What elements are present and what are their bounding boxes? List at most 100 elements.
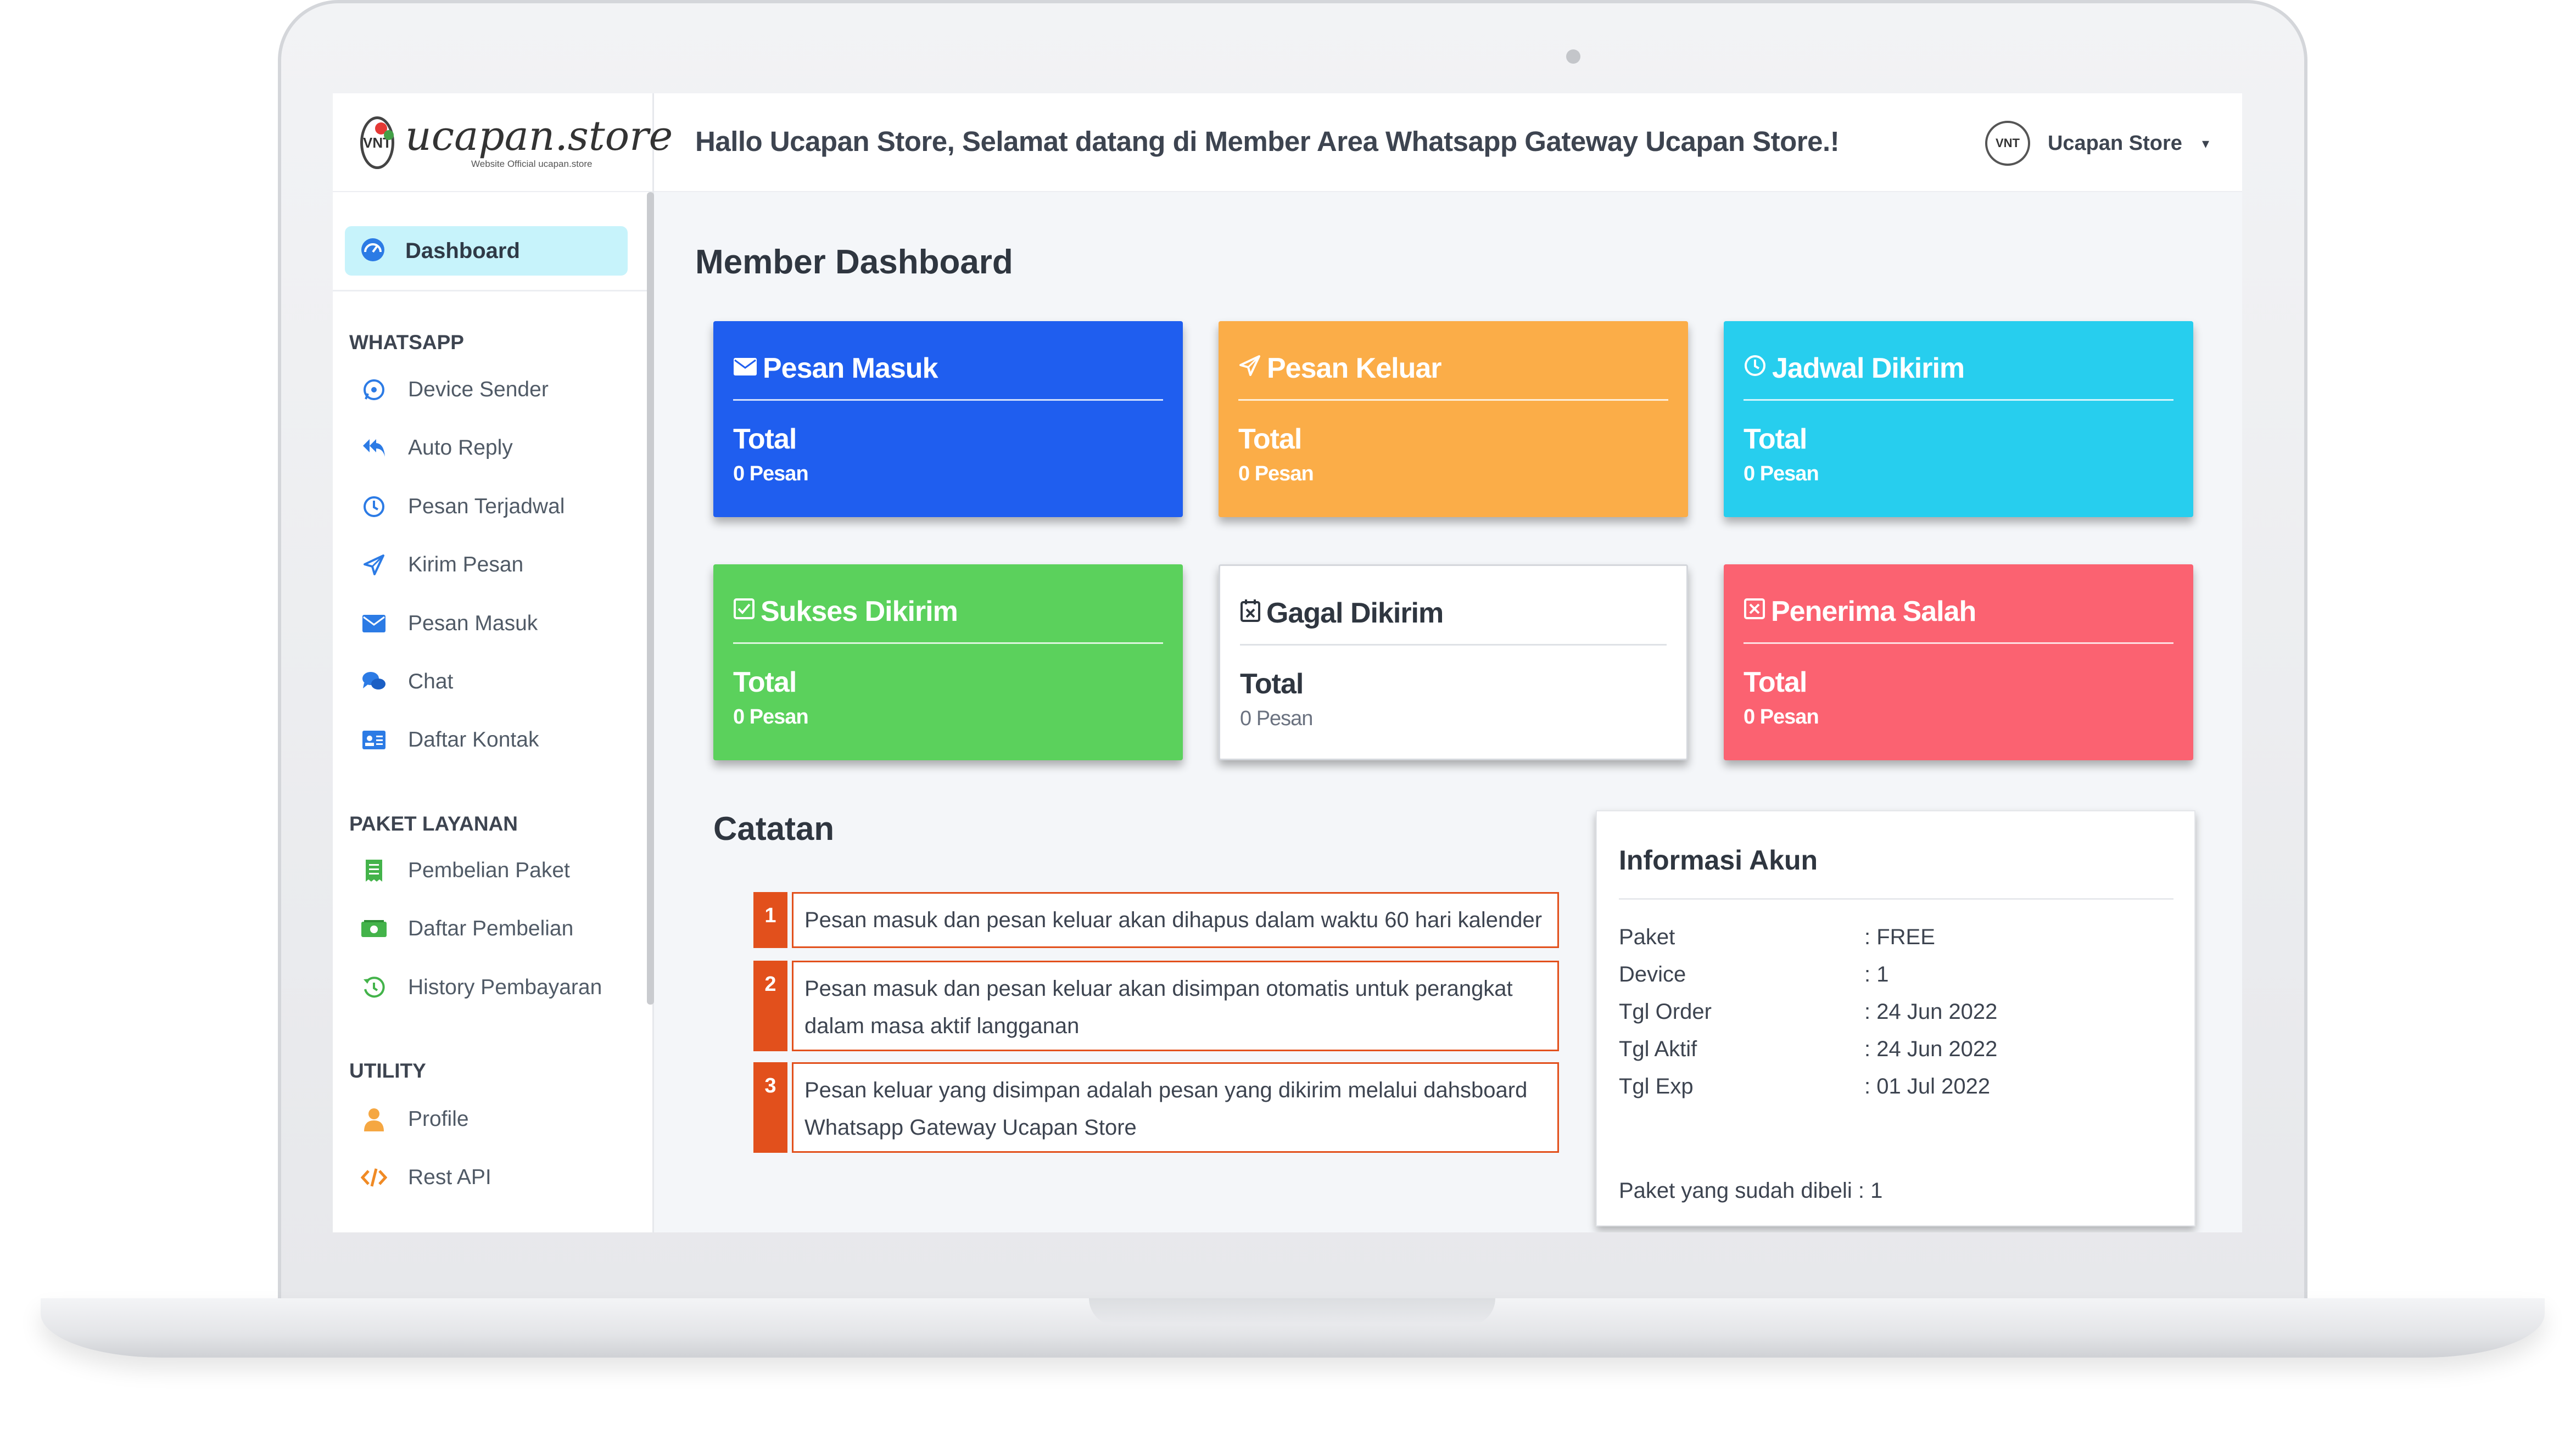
card-count: 0 Pesan xyxy=(1744,462,1819,485)
info-row: Tgl Order: 24 Jun 2022 xyxy=(1619,993,2173,1030)
sidebar-item-label: History Pembayaran xyxy=(408,975,602,999)
note-item: 1 Pesan masuk dan pesan keluar akan diha… xyxy=(753,892,1559,948)
check-square-icon xyxy=(733,598,755,626)
card-title: Penerima Salah xyxy=(1744,595,2173,644)
clock-icon xyxy=(360,493,388,520)
sidebar-item-label: Pembelian Paket xyxy=(408,859,570,882)
card-pesan-masuk[interactable]: Pesan Masuk Total 0 Pesan xyxy=(713,321,1183,517)
card-sukses-dikirim[interactable]: Sukses Dikirim Total 0 Pesan xyxy=(713,564,1183,760)
sidebar-item-history-pembayaran[interactable]: History Pembayaran xyxy=(360,971,602,1004)
user-menu[interactable]: VNT Ucapan Store ▾ xyxy=(1985,121,2209,166)
card-penerima-salah[interactable]: Penerima Salah Total 0 Pesan xyxy=(1724,564,2193,760)
note-item: 3 Pesan keluar yang disimpan adalah pesa… xyxy=(753,1062,1559,1153)
sidebar-item-rest-api[interactable]: Rest API xyxy=(360,1161,491,1194)
history-icon xyxy=(360,974,388,1001)
info-key: Paket xyxy=(1619,924,1675,949)
info-row: Tgl Aktif: 24 Jun 2022 xyxy=(1619,1030,2173,1068)
card-title: Gagal Dikirim xyxy=(1240,597,1667,646)
card-title-text: Gagal Dikirim xyxy=(1266,597,1444,629)
info-key: Tgl Exp xyxy=(1619,1074,1694,1098)
sidebar-section-paket-layanan: PAKET LAYANAN xyxy=(349,812,518,835)
avatar: VNT xyxy=(1985,121,2030,166)
card-pesan-keluar[interactable]: Pesan Keluar Total 0 Pesan xyxy=(1219,321,1688,517)
brand-name: ucapan.store xyxy=(405,113,673,160)
sidebar-item-pembelian-paket[interactable]: Pembelian Paket xyxy=(360,854,570,887)
info-value: : 1 xyxy=(1864,962,1889,986)
card-total-label: Total xyxy=(1240,668,1304,700)
info-row: Paket : FREE xyxy=(1619,918,2173,956)
info-value: : FREE xyxy=(1864,924,1935,949)
code-icon xyxy=(360,1164,388,1191)
card-title: Jadwal Dikirim xyxy=(1744,352,2173,401)
x-square-icon xyxy=(1744,598,1765,626)
sidebar-item-pesan-masuk[interactable]: Pesan Masuk xyxy=(360,607,538,640)
paper-plane-icon xyxy=(1238,354,1261,383)
clock-icon xyxy=(1744,354,1767,383)
whatsapp-icon xyxy=(360,376,388,403)
sidebar-divider xyxy=(333,290,647,291)
sidebar-item-label: Rest API xyxy=(408,1165,491,1189)
card-count: 0 Pesan xyxy=(1744,705,1819,728)
info-akun-title: Informasi Akun xyxy=(1619,844,2173,900)
sidebar-item-label: Pesan Masuk xyxy=(408,612,538,635)
note-item: 2 Pesan masuk dan pesan keluar akan disi… xyxy=(753,961,1559,1051)
sidebar-item-auto-reply[interactable]: Auto Reply xyxy=(360,431,513,464)
brand-logo-icon: VNT xyxy=(360,116,394,169)
sidebar-item-dashboard[interactable]: Dashboard xyxy=(345,226,628,276)
card-jadwal-dikirim[interactable]: Jadwal Dikirim Total 0 Pesan xyxy=(1724,321,2193,517)
card-title: Pesan Keluar xyxy=(1238,352,1668,401)
sidebar-item-label: Pesan Terjadwal xyxy=(408,495,565,518)
note-text: Pesan masuk dan pesan keluar akan disimp… xyxy=(792,961,1559,1051)
info-row: Tgl Exp: 01 Jul 2022 xyxy=(1619,1068,2173,1105)
page-title: Member Dashboard xyxy=(695,243,1013,281)
sidebar-scrollbar[interactable] xyxy=(647,192,654,1005)
info-akun-rows: Paket : FREE Device : 1 Tgl Order: 24 Jun … xyxy=(1619,918,2173,1105)
avatar-initials: VNT xyxy=(1995,136,2020,150)
info-akun-footer: Paket yang sudah dibeli : 1 xyxy=(1619,1179,1883,1203)
note-number-badge: 2 xyxy=(753,961,787,1051)
card-title: Sukses Dikirim xyxy=(733,595,1163,644)
paper-plane-icon xyxy=(360,551,388,579)
info-value: : 24 Jun 2022 xyxy=(1864,1036,1998,1061)
sidebar-item-daftar-kontak[interactable]: Daftar Kontak xyxy=(360,724,539,756)
sidebar-item-kirim-pesan[interactable]: Kirim Pesan xyxy=(360,548,523,581)
brand-tagline: Website Official ucapan.store xyxy=(471,159,593,169)
card-title: Pesan Masuk xyxy=(733,352,1163,401)
sidebar-section-whatsapp: WHATSAPP xyxy=(349,331,464,354)
sidebar-section-utility: UTILITY xyxy=(349,1059,426,1082)
note-number-badge: 3 xyxy=(753,1062,787,1153)
logo-green-dot xyxy=(384,130,394,140)
card-total-label: Total xyxy=(733,666,797,698)
card-title-text: Penerima Salah xyxy=(1771,596,1976,627)
card-count: 0 Pesan xyxy=(1240,707,1313,730)
user-name: Ucapan Store xyxy=(2047,131,2182,155)
card-title-text: Jadwal Dikirim xyxy=(1772,352,1965,384)
calendar-x-icon xyxy=(1240,598,1261,629)
sidebar-item-daftar-pembelian[interactable]: Daftar Pembelian xyxy=(360,912,573,945)
sidebar-item-label: Device Sender xyxy=(408,378,549,401)
info-key: Device xyxy=(1619,962,1686,986)
info-akun-panel: Informasi Akun Paket : FREE Device : 1 Tgl… xyxy=(1596,810,2195,1226)
note-text: Pesan masuk dan pesan keluar akan dihapu… xyxy=(792,892,1559,948)
catatan-title: Catatan xyxy=(713,810,835,847)
card-total-label: Total xyxy=(1238,423,1302,455)
card-title-text: Pesan Masuk xyxy=(763,352,938,384)
sidebar-item-label: Daftar Pembelian xyxy=(408,917,574,940)
card-gagal-dikirim[interactable]: Gagal Dikirim Total 0 Pesan xyxy=(1219,564,1688,760)
sidebar: Dashboard WHATSAPP Device Sender Auto Re… xyxy=(333,192,654,1232)
card-count: 0 Pesan xyxy=(733,705,809,728)
contact-card-icon xyxy=(360,726,388,754)
user-icon xyxy=(360,1106,388,1133)
sidebar-item-device-sender[interactable]: Device Sender xyxy=(360,373,549,406)
money-icon xyxy=(360,915,388,943)
sidebar-item-pesan-terjadwal[interactable]: Pesan Terjadwal xyxy=(360,490,565,523)
greeting-text: Hallo Ucapan Store, Selamat datang di Me… xyxy=(695,126,1840,157)
sidebar-item-profile[interactable]: Profile xyxy=(360,1103,469,1136)
sidebar-item-chat[interactable]: Chat xyxy=(360,665,453,698)
sidebar-item-label: Chat xyxy=(408,670,454,693)
sidebar-item-label: Auto Reply xyxy=(408,436,513,459)
camera-dot xyxy=(1566,49,1580,64)
sidebar-item-label: Profile xyxy=(408,1107,469,1131)
brand[interactable]: VNT ucapan.store Website Official ucapan… xyxy=(333,93,673,192)
dashboard-icon xyxy=(360,237,385,265)
